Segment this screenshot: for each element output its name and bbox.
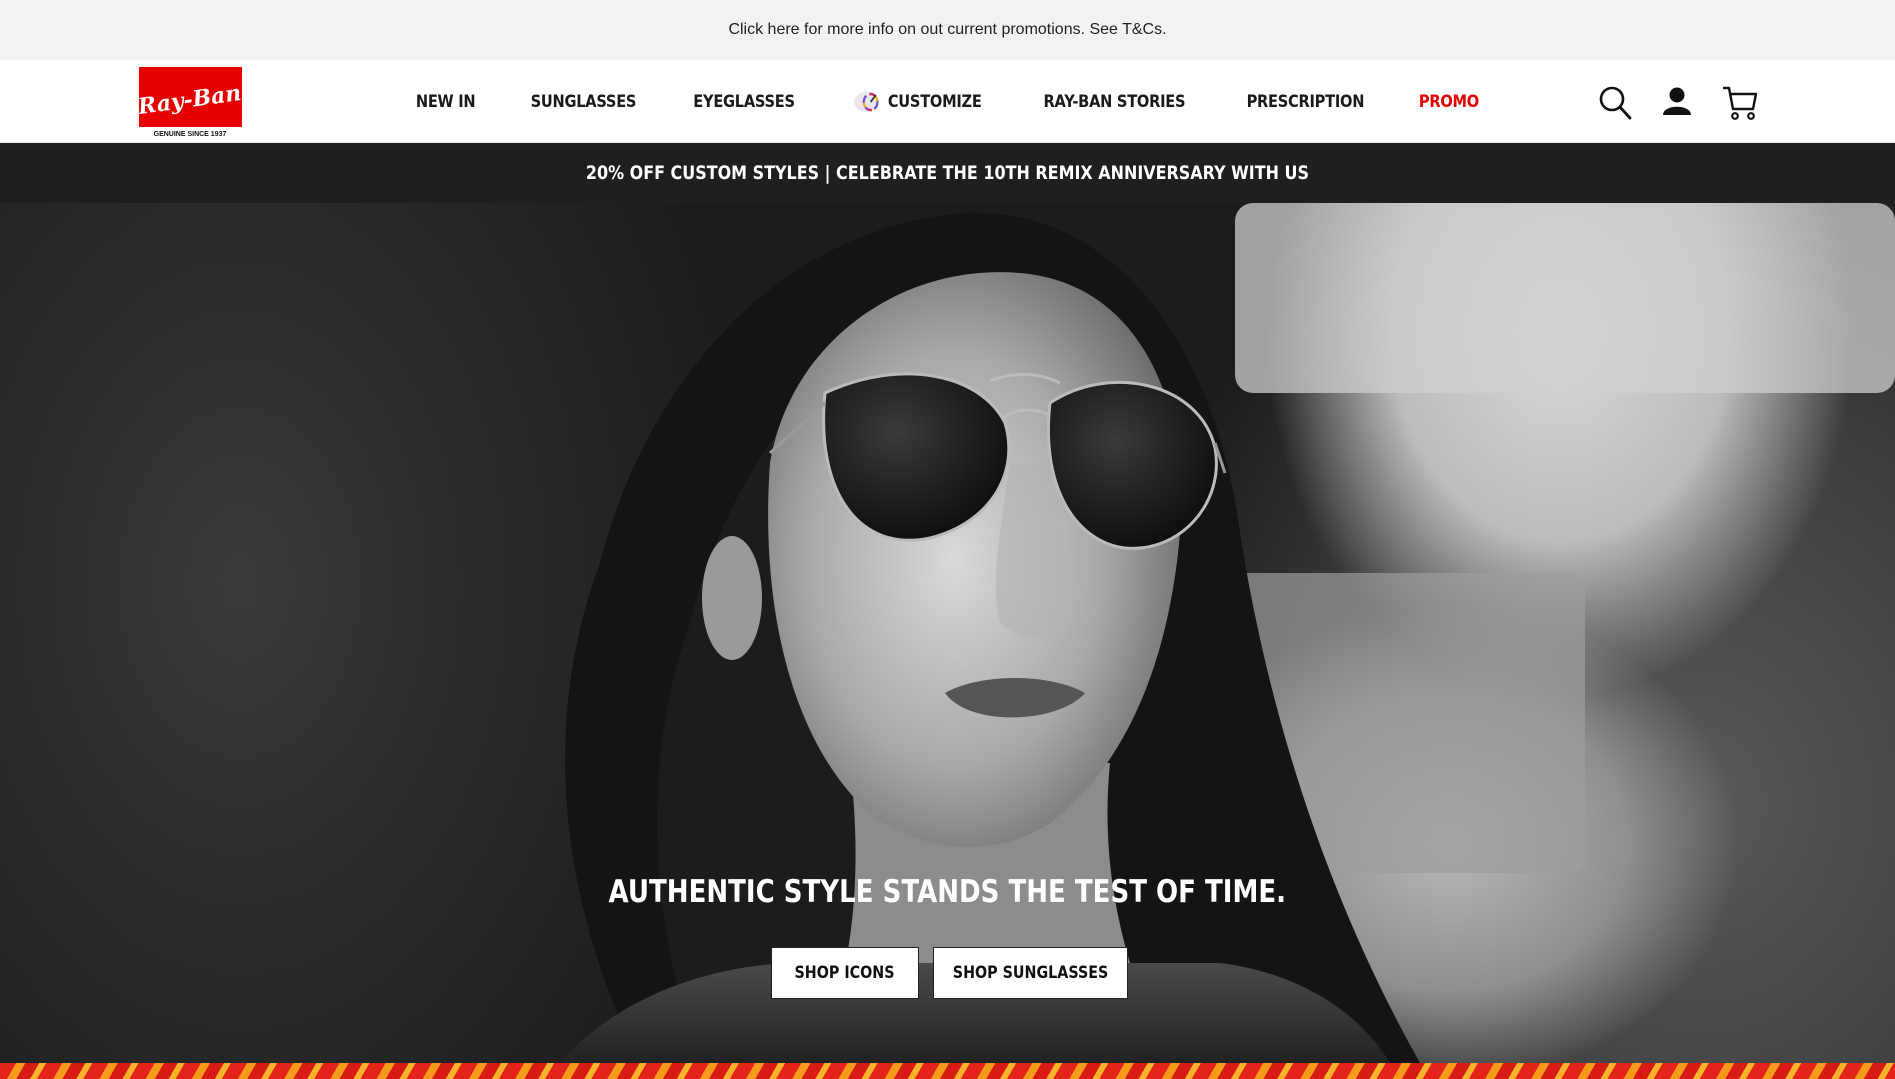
logo-tagline: GENUINE SINCE 1937 bbox=[154, 131, 227, 138]
nav-sunglasses[interactable]: SUNGLASSES bbox=[514, 92, 654, 112]
promo-strip-text[interactable]: Click here for more info on out current … bbox=[728, 21, 1166, 39]
nav-new-in-label: NEW IN bbox=[416, 91, 476, 112]
nav-eyeglasses-label: EYEGLASSES bbox=[693, 91, 796, 112]
nav-eyeglasses[interactable]: EYEGLASSES bbox=[676, 92, 812, 112]
decorative-pattern-band bbox=[0, 1063, 1895, 1079]
nav-prescription-label: PRESCRIPTION bbox=[1246, 91, 1365, 112]
account-icon[interactable] bbox=[1657, 82, 1697, 122]
cart-icon[interactable] bbox=[1720, 82, 1760, 122]
hero-title-text: AUTHENTIC STYLE STANDS THE TEST OF TIME. bbox=[608, 874, 1287, 910]
nav-rayban-stories[interactable]: RAY-BAN STORIES bbox=[1027, 92, 1203, 112]
hero-banner[interactable]: AUTHENTIC STYLE STANDS THE TEST OF TIME.… bbox=[0, 203, 1895, 1063]
nav-sunglasses-label: SUNGLASSES bbox=[531, 91, 637, 112]
nav-promo[interactable]: PROMO bbox=[1402, 92, 1496, 112]
site-header: Ray-Ban GENUINE SINCE 1937 NEW IN SUNGLA… bbox=[0, 60, 1895, 143]
announcement-bar[interactable]: 20% OFF CUSTOM STYLES | CELEBRATE THE 10… bbox=[0, 143, 1895, 203]
nav-promo-label: PROMO bbox=[1418, 91, 1479, 112]
search-icon[interactable] bbox=[1595, 82, 1635, 122]
hero-title: AUTHENTIC STYLE STANDS THE TEST OF TIME. bbox=[0, 874, 1895, 910]
shop-icons-label: SHOP ICONS bbox=[795, 963, 895, 983]
shop-icons-button[interactable]: SHOP ICONS bbox=[771, 947, 919, 999]
nav-rayban-stories-label: RAY-BAN STORIES bbox=[1043, 91, 1186, 112]
shop-sunglasses-button[interactable]: SHOP SUNGLASSES bbox=[933, 947, 1128, 999]
announcement-text: 20% OFF CUSTOM STYLES | CELEBRATE THE 10… bbox=[585, 162, 1310, 184]
rayban-logo[interactable]: Ray-Ban GENUINE SINCE 1937 bbox=[135, 67, 243, 138]
shop-sunglasses-label: SHOP SUNGLASSES bbox=[952, 963, 1109, 983]
nav-new-in[interactable]: NEW IN bbox=[399, 92, 493, 112]
nav-prescription[interactable]: PRESCRIPTION bbox=[1230, 92, 1382, 112]
promo-strip[interactable]: Click here for more info on out current … bbox=[0, 0, 1895, 60]
nav-customize-label: CUSTOMIZE bbox=[888, 91, 982, 112]
customize-icon bbox=[854, 91, 879, 112]
hero-image bbox=[560, 203, 1895, 1063]
nav-customize[interactable]: CUSTOMIZE bbox=[837, 90, 1000, 114]
